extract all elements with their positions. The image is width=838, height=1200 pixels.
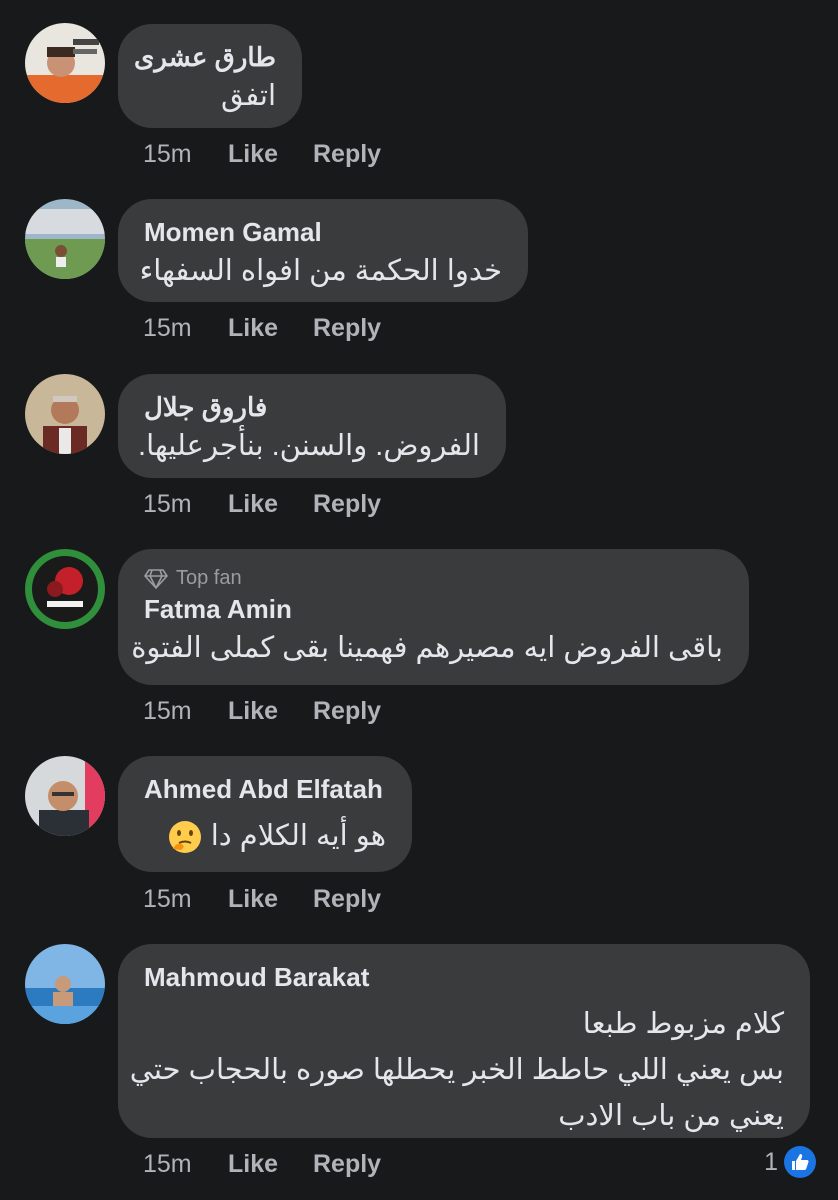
- top-fan-badge: Top fan: [144, 567, 723, 590]
- timestamp[interactable]: 15m: [143, 490, 228, 519]
- author-name[interactable]: Mahmoud Barakat: [144, 962, 784, 993]
- reply-button[interactable]: Reply: [313, 490, 381, 519]
- comment-bubble: Mahmoud Barakat كلام مزبوط طبعا بس يعني …: [118, 944, 810, 1138]
- comment-bubble: Momen Gamal خدوا الحكمة من افواه السفهاء: [118, 199, 528, 302]
- comment-actions: 15m Like Reply: [143, 314, 381, 343]
- avatar[interactable]: [25, 944, 105, 1024]
- thumbs-up-icon: [784, 1146, 816, 1178]
- reply-button[interactable]: Reply: [313, 314, 381, 343]
- like-button[interactable]: Like: [228, 885, 313, 914]
- author-name[interactable]: Momen Gamal: [144, 217, 502, 248]
- reaction-count: 1: [764, 1147, 778, 1176]
- avatar[interactable]: [25, 374, 105, 454]
- like-button[interactable]: Like: [228, 490, 313, 519]
- diamond-icon: [144, 568, 168, 589]
- reply-button[interactable]: Reply: [313, 697, 381, 726]
- avatar[interactable]: [25, 199, 105, 279]
- avatar[interactable]: [25, 549, 105, 629]
- avatar[interactable]: [25, 756, 105, 836]
- comment-text: الفروض. والسنن. بنأجرعليها.: [138, 430, 480, 462]
- comment-actions: 15m Like Reply: [143, 140, 381, 169]
- timestamp[interactable]: 15m: [143, 314, 228, 343]
- comment-bubble: طارق عشرى اتفق: [118, 24, 302, 128]
- like-button[interactable]: Like: [228, 140, 313, 169]
- comment-text: كلام مزبوط طبعا بس يعني اللي حاطط الخبر …: [129, 1001, 784, 1139]
- comment-actions: 15m Like Reply: [143, 1150, 381, 1179]
- like-button[interactable]: Like: [228, 1150, 313, 1179]
- author-name[interactable]: Ahmed Abd Elfatah: [144, 774, 386, 805]
- author-name[interactable]: Fatma Amin: [144, 594, 723, 625]
- comment-text-line: يعني من باب الادب: [558, 1100, 784, 1132]
- reply-button[interactable]: Reply: [313, 1150, 381, 1179]
- timestamp[interactable]: 15m: [143, 885, 228, 914]
- comment-text: باقى الفروض ايه مصيرهم فهمينا بقى كملى ا…: [131, 632, 723, 664]
- author-name[interactable]: فاروق جلال: [144, 392, 480, 423]
- comment-text-line: هو أيه الكلام دا: [210, 820, 386, 852]
- like-button[interactable]: Like: [228, 697, 313, 726]
- reaction-summary[interactable]: 1: [764, 1146, 816, 1178]
- timestamp[interactable]: 15m: [143, 697, 228, 726]
- avatar[interactable]: [25, 23, 105, 103]
- comment-text: هو أيه الكلام دا: [144, 813, 386, 859]
- comment-bubble: Top fan Fatma Amin باقى الفروض ايه مصيره…: [118, 549, 749, 685]
- author-name[interactable]: طارق عشرى: [134, 42, 276, 73]
- comment-text: اتفق: [221, 80, 276, 112]
- comment-actions: 15m Like Reply: [143, 697, 381, 726]
- timestamp[interactable]: 15m: [143, 140, 228, 169]
- badge-label: Top fan: [176, 567, 242, 589]
- thinking-face-emoji: [168, 821, 201, 854]
- comment-actions: 15m Like Reply: [143, 490, 381, 519]
- reply-button[interactable]: Reply: [313, 140, 381, 169]
- comment-text-line: بس يعني اللي حاطط الخبر يحطلها صوره بالح…: [129, 1054, 784, 1086]
- like-button[interactable]: Like: [228, 314, 313, 343]
- comment-actions: 15m Like Reply: [143, 885, 381, 914]
- comment-bubble: فاروق جلال الفروض. والسنن. بنأجرعليها.: [118, 374, 506, 478]
- comment-bubble: Ahmed Abd Elfatah هو أيه الكلام دا: [118, 756, 412, 872]
- timestamp[interactable]: 15m: [143, 1150, 228, 1179]
- comment-text: خدوا الحكمة من افواه السفهاء: [139, 255, 502, 287]
- reply-button[interactable]: Reply: [313, 885, 381, 914]
- comment-text-line: كلام مزبوط طبعا: [582, 1008, 784, 1040]
